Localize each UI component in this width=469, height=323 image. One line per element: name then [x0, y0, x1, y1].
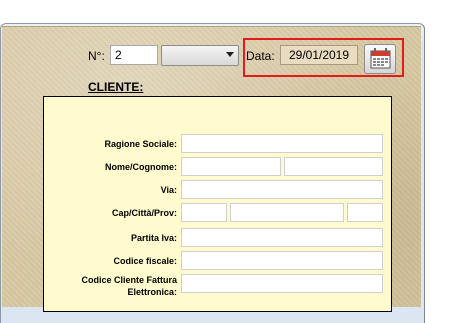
label-codice-cliente-line1: Codice Cliente Fattura	[81, 275, 177, 285]
client-form-panel: Ragione Sociale: Nome/Cognome: Via: Cap/…	[43, 96, 392, 312]
cognome-input[interactable]	[284, 157, 383, 176]
number-input[interactable]: 2	[110, 45, 158, 65]
label-cap-citta-prov: Cap/Città/Prov:	[111, 208, 177, 218]
citta-input[interactable]	[230, 203, 344, 222]
partita-iva-input[interactable]	[181, 228, 383, 247]
codice-cliente-input[interactable]	[181, 274, 383, 293]
cap-input[interactable]	[181, 203, 227, 222]
label-nome-cognome: Nome/Cognome:	[105, 162, 177, 172]
codice-fiscale-input[interactable]	[181, 251, 383, 270]
prov-input[interactable]	[347, 203, 383, 222]
label-ragione-sociale: Ragione Sociale:	[104, 139, 177, 149]
label-partita-iva: Partita Iva:	[130, 233, 177, 243]
number-label: N°:	[88, 49, 105, 63]
via-input[interactable]	[181, 180, 383, 199]
label-via: Via:	[160, 185, 177, 195]
date-highlight-box	[243, 38, 404, 77]
ragione-sociale-input[interactable]	[181, 134, 383, 153]
nome-input[interactable]	[181, 157, 281, 176]
cliente-section-title: CLIENTE:	[88, 80, 144, 94]
chevron-down-icon	[226, 52, 234, 57]
document-type-dropdown[interactable]	[161, 45, 239, 66]
label-codice-fiscale: Codice fiscale:	[113, 256, 177, 266]
label-codice-cliente-line2: Elettronica:	[127, 287, 177, 297]
